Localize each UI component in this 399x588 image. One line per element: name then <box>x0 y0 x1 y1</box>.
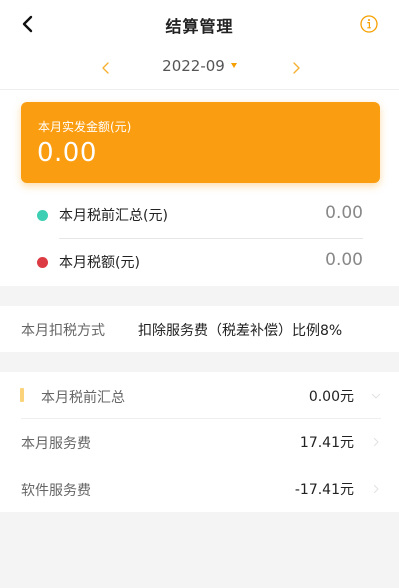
pretax-total-row: 本月税前汇总(元) 0.00 <box>37 203 363 227</box>
tax-amount-row: 本月税额(元) 0.00 <box>37 250 363 274</box>
item-label: 本月税前汇总 <box>41 390 125 406</box>
tax-method-row: 本月扣税方式 扣除服务费（税差补偿）比例8% <box>0 306 399 352</box>
divider <box>59 238 363 239</box>
tax-method-label: 本月扣税方式 <box>21 323 105 339</box>
month-dropdown[interactable]: 2022-09 <box>0 57 399 75</box>
info-icon[interactable] <box>360 15 378 33</box>
caret-down-icon <box>230 63 237 68</box>
list-item-software-fee[interactable]: 软件服务费 -17.41元 <box>0 465 399 511</box>
month-selector: 2022-09 <box>0 48 399 90</box>
summary-section: 本月实发金额(元) 0.00 本月税前汇总(元) 0.00 本月税额(元) 0.… <box>0 90 399 286</box>
tax-amount-label: 本月税额(元) <box>59 255 140 271</box>
item-amount: 0.00元 <box>308 389 354 405</box>
breakdown-list: 本月税前汇总 0.00元 本月服务费 17.41元 软件服务费 -17.41元 <box>0 372 399 512</box>
tax-amount-value: 0.00 <box>325 250 363 270</box>
actual-pay-card: 本月实发金额(元) 0.00 <box>21 102 380 183</box>
item-label: 本月服务费 <box>21 436 91 452</box>
header: 结算管理 <box>0 0 399 48</box>
teal-dot-icon <box>37 210 48 221</box>
next-month-chevron-icon[interactable] <box>286 58 306 78</box>
item-amount: -17.41元 <box>294 482 354 498</box>
item-label: 软件服务费 <box>21 483 91 499</box>
chevron-right-icon <box>373 484 379 494</box>
current-month: 2022-09 <box>162 57 225 75</box>
tax-method-value: 扣除服务费（税差补偿）比例8% <box>138 323 343 339</box>
page-title: 结算管理 <box>165 17 234 36</box>
settlement-management-page: 结算管理 2022-09 本月实发金额(元) 0.00 本月税前汇总(元) 0.… <box>0 0 399 588</box>
actual-pay-value: 0.00 <box>37 138 97 168</box>
list-item-pretax-total[interactable]: 本月税前汇总 0.00元 <box>0 372 399 418</box>
red-dot-icon <box>37 257 48 268</box>
accent-bar <box>20 388 24 402</box>
pretax-total-label: 本月税前汇总(元) <box>59 208 168 224</box>
pretax-total-value: 0.00 <box>325 203 363 223</box>
chevron-down-icon <box>371 393 381 399</box>
actual-pay-label: 本月实发金额(元) <box>38 120 132 134</box>
list-item-service-fee[interactable]: 本月服务费 17.41元 <box>0 418 399 464</box>
item-amount: 17.41元 <box>299 435 354 451</box>
chevron-right-icon <box>373 437 379 447</box>
